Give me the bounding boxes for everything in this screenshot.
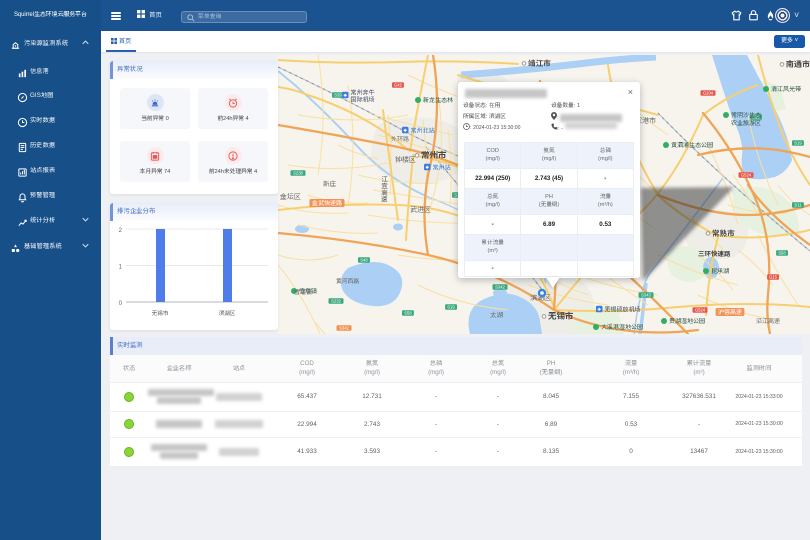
svg-text:1: 1 <box>119 265 123 271</box>
svg-text:S19: S19 <box>447 305 455 310</box>
svg-text:大溪港湿地公园: 大溪港湿地公园 <box>601 323 643 331</box>
svg-text:清江风光带: 清江风光带 <box>771 85 801 93</box>
svg-text:南通市: 南通市 <box>786 60 810 69</box>
svg-text:常州北站: 常州北站 <box>411 126 436 134</box>
svg-text:黄泗浦生态公园: 黄泗浦生态公园 <box>671 141 713 149</box>
svg-text:S58: S58 <box>404 311 412 316</box>
svg-text:沿江高速: 沿江高速 <box>756 317 780 325</box>
svg-text:常州站: 常州站 <box>433 163 452 171</box>
svg-text:S343: S343 <box>641 293 651 298</box>
svg-text:国际机场: 国际机场 <box>351 96 375 104</box>
svg-text:无锡硕放机场: 无锡硕放机场 <box>605 305 641 313</box>
svg-text:S58: S58 <box>778 251 786 256</box>
svg-text:S39: S39 <box>334 93 342 98</box>
svg-text:常州奔牛: 常州奔牛 <box>351 89 376 97</box>
svg-text:昆承湖: 昆承湖 <box>711 267 729 275</box>
svg-text:雪堰镇: 雪堰镇 <box>294 288 313 296</box>
svg-text:靖江市: 靖江市 <box>528 59 551 68</box>
svg-text:2: 2 <box>119 228 123 234</box>
svg-text:新庄: 新庄 <box>323 180 337 188</box>
svg-text:钟楼区: 钟楼区 <box>395 156 416 164</box>
svg-text:常州市: 常州市 <box>421 150 447 160</box>
svg-text:滨湖区: 滨湖区 <box>219 309 236 317</box>
svg-text:沪蓉高速: 沪蓉高速 <box>718 308 742 316</box>
svg-text:S11: S11 <box>794 203 802 208</box>
svg-text:武进区: 武进区 <box>410 206 431 214</box>
svg-text:S232: S232 <box>331 299 341 304</box>
svg-text:贵湖湿地公园: 贵湖湿地公园 <box>669 317 705 325</box>
svg-text:无锡市: 无锡市 <box>548 311 574 321</box>
svg-text:G42: G42 <box>394 83 403 88</box>
svg-text:G15: G15 <box>769 275 778 280</box>
svg-text:G524: G524 <box>741 173 752 178</box>
svg-text:黄河西路: 黄河西路 <box>336 277 359 285</box>
svg-text:G524: G524 <box>695 308 706 313</box>
svg-text:三环快速路: 三环快速路 <box>698 250 731 258</box>
svg-text:S19: S19 <box>794 141 802 146</box>
svg-text:G204: G204 <box>703 91 714 96</box>
svg-text:S342: S342 <box>339 326 349 331</box>
svg-text:农业旅游区: 农业旅游区 <box>730 119 761 127</box>
svg-text:S238: S238 <box>293 171 303 176</box>
svg-text:太湖: 太湖 <box>490 311 504 319</box>
svg-text:金武快速路: 金武快速路 <box>311 199 342 207</box>
svg-text:0: 0 <box>119 301 123 307</box>
svg-text:新龙生态林: 新龙生态林 <box>423 96 453 104</box>
svg-text:无锡市: 无锡市 <box>152 310 169 317</box>
svg-text:金坛区: 金坛区 <box>280 193 301 201</box>
svg-text:常熟市: 常熟市 <box>712 229 735 238</box>
svg-text:常阴沙生态: 常阴沙生态 <box>731 111 762 119</box>
svg-text:S48: S48 <box>360 258 368 263</box>
svg-text:外环路: 外环路 <box>391 135 409 143</box>
svg-text:S342: S342 <box>495 285 505 290</box>
